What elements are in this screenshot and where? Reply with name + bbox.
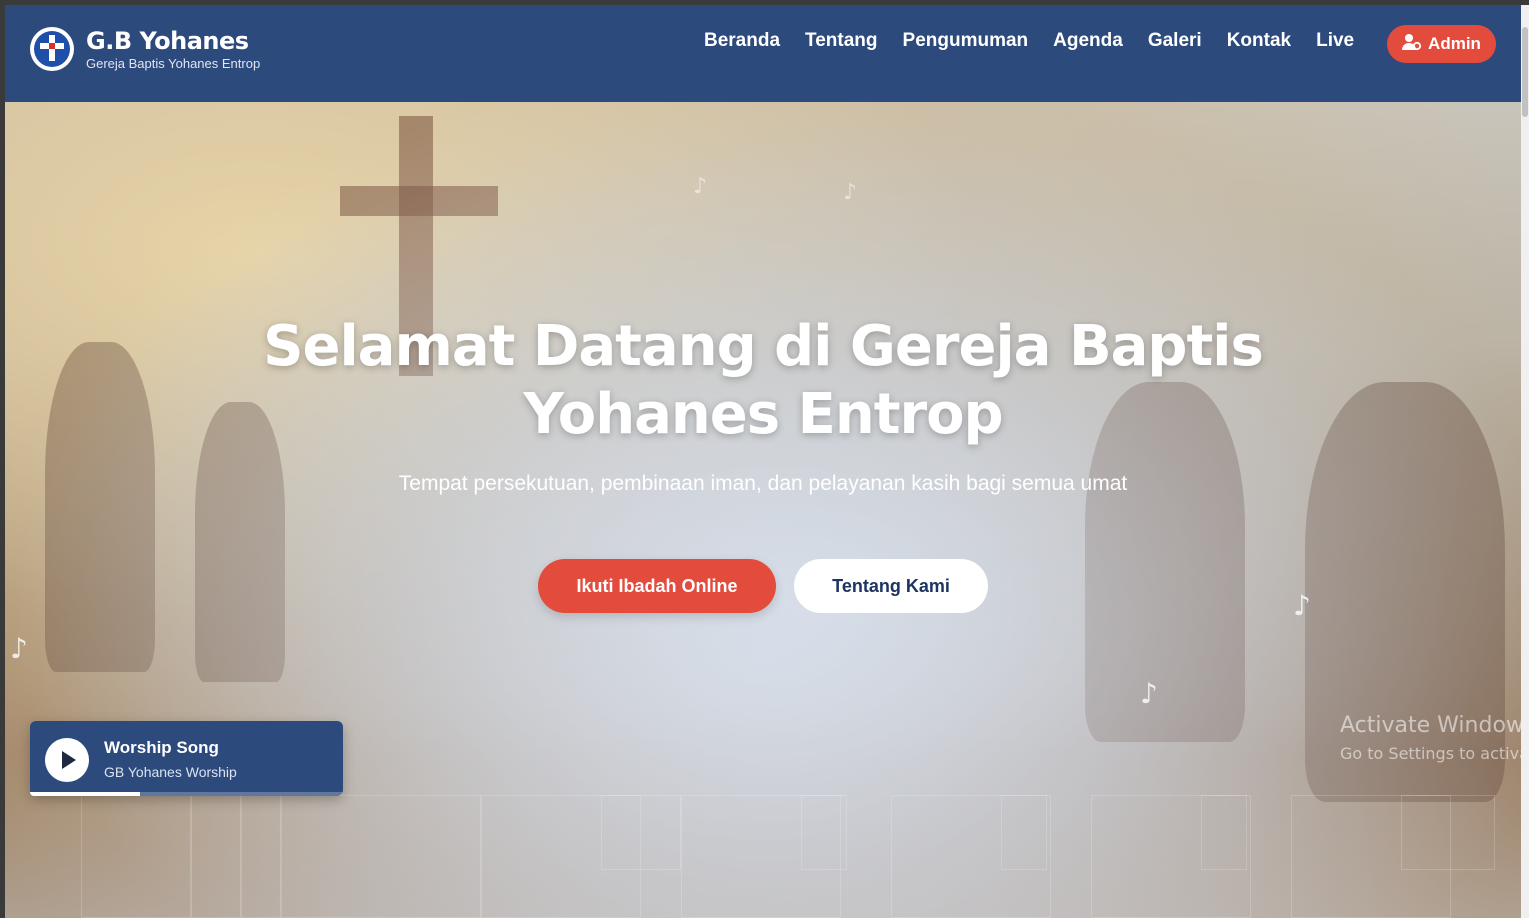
nav-beranda[interactable]: Beranda — [704, 29, 780, 53]
hero-subtitle: Tempat persekutuan, pembinaan iman, dan … — [398, 472, 1128, 495]
church-logo — [30, 27, 74, 71]
music-note-icon: ♪ — [10, 632, 28, 665]
music-note-icon: ♪ — [843, 180, 858, 205]
nav-kontak[interactable]: Kontak — [1227, 29, 1291, 53]
online-service-button[interactable]: Ikuti Ibadah Online — [538, 559, 776, 613]
track-progress-fill — [30, 792, 140, 796]
site-header: G.B Yohanes Gereja Baptis Yohanes Entrop… — [5, 5, 1521, 102]
brand-subtitle: Gereja Baptis Yohanes Entrop — [86, 55, 261, 71]
nav-galeri[interactable]: Galeri — [1148, 29, 1202, 53]
main-nav: Beranda Tentang Pengumuman Agenda Galeri… — [704, 29, 1379, 53]
decorative-grid — [81, 795, 1521, 918]
watermark-line2: Go to Settings to activate Windows. — [1340, 744, 1521, 763]
track-progress-bar[interactable] — [30, 792, 343, 796]
nav-pengumuman[interactable]: Pengumuman — [903, 29, 1029, 53]
page: G.B Yohanes Gereja Baptis Yohanes Entrop… — [5, 5, 1521, 918]
watermark-line1: Activate Windows — [1340, 713, 1521, 738]
nav-tentang[interactable]: Tentang — [805, 29, 877, 53]
music-note-icon: ♪ — [693, 174, 708, 199]
nav-live[interactable]: Live — [1316, 29, 1354, 53]
activate-windows-watermark: Activate Windows Go to Settings to activ… — [1340, 713, 1521, 763]
scrollbar-thumb[interactable] — [1522, 27, 1528, 117]
track-title: Worship Song — [104, 738, 219, 757]
admin-button[interactable]: Admin — [1387, 25, 1496, 63]
admin-label: Admin — [1428, 34, 1481, 53]
nav-agenda[interactable]: Agenda — [1053, 29, 1123, 53]
user-gear-icon — [1402, 33, 1422, 56]
music-note-icon: ♪ — [1293, 589, 1311, 622]
about-us-button[interactable]: Tentang Kami — [794, 559, 988, 613]
brand[interactable]: G.B Yohanes Gereja Baptis Yohanes Entrop — [30, 27, 260, 71]
music-note-icon: ♪ — [1140, 677, 1158, 710]
page-scrollbar[interactable] — [1521, 5, 1529, 918]
track-artist: GB Yohanes Worship — [104, 764, 237, 780]
brand-name: G.B Yohanes — [86, 26, 249, 55]
music-player: Worship Song GB Yohanes Worship — [30, 721, 343, 796]
play-icon[interactable] — [45, 738, 89, 782]
hero-title: Selamat Datang di Gereja Baptis Yohanes … — [263, 314, 1264, 447]
